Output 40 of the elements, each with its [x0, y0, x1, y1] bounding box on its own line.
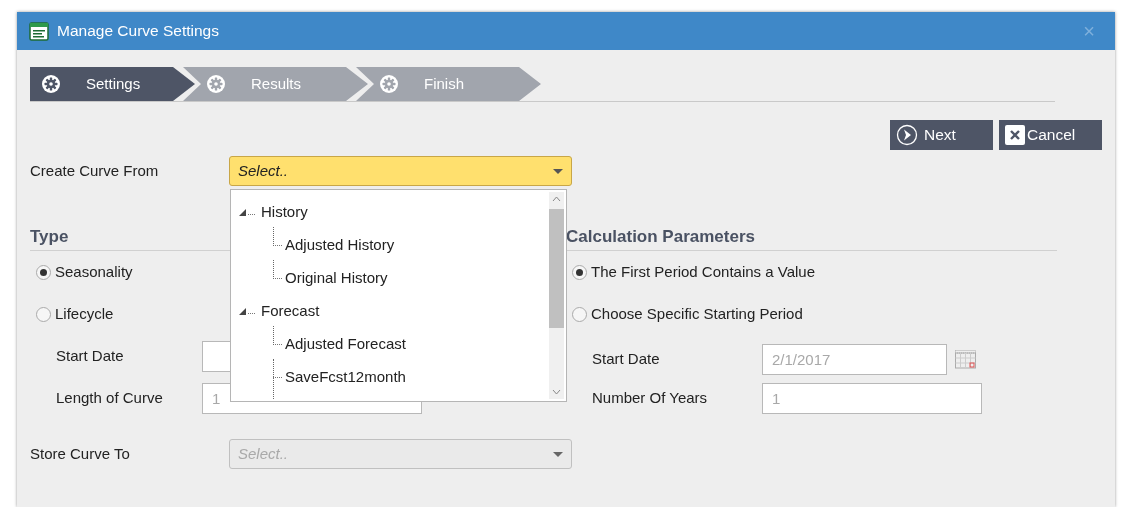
- gear-icon: [42, 75, 60, 93]
- radio-label: Seasonality: [55, 261, 133, 282]
- field-label: Start Date: [591, 348, 661, 369]
- scroll-up-icon: [552, 196, 561, 202]
- expander-icon[interactable]: [239, 208, 255, 217]
- tree-connector: [273, 377, 283, 378]
- form-icon: [29, 21, 49, 41]
- field-label: Create Curve From: [30, 160, 160, 181]
- radio-label: Choose Specific Starting Period: [591, 303, 803, 324]
- scrollbar[interactable]: [549, 192, 564, 399]
- radio-button[interactable]: [572, 264, 587, 280]
- tree-item[interactable]: History: [259, 199, 310, 226]
- expander-icon[interactable]: [239, 307, 255, 316]
- field-label: Start Date: [55, 345, 125, 366]
- gear-icon: [207, 75, 225, 93]
- cancel-button[interactable]: Cancel: [999, 120, 1102, 150]
- field-label: Store Curve To: [30, 443, 131, 464]
- tree-item[interactable]: SaveFcst12month: [283, 364, 408, 391]
- tree-connector: [273, 344, 283, 345]
- field-label: Length of Curve: [55, 387, 164, 408]
- radio-label: The First Period Contains a Value: [591, 261, 815, 282]
- radio-button[interactable]: [572, 306, 587, 322]
- close-icon: [1005, 125, 1025, 145]
- next-button[interactable]: Next: [890, 120, 993, 150]
- wizard-step[interactable]: Settings: [30, 67, 195, 101]
- radio-button[interactable]: [36, 264, 51, 280]
- caret-icon: [553, 451, 563, 457]
- window-title: Manage Curve Settings: [57, 21, 219, 42]
- caret-icon: [553, 168, 563, 174]
- tree-item[interactable]: Adjusted Forecast: [283, 331, 408, 358]
- radio-button[interactable]: [36, 306, 51, 322]
- tree-item[interactable]: Forecast: [259, 298, 322, 325]
- dropdown[interactable]: Select..: [229, 156, 572, 186]
- radio-label: Lifecycle: [55, 303, 114, 324]
- gear-icon: [380, 75, 398, 93]
- tree-connector: [273, 245, 283, 246]
- field-label: Number Of Years: [591, 387, 709, 408]
- scroll-down-icon: [552, 389, 561, 395]
- tree-connector: [273, 278, 283, 279]
- tree-item[interactable]: Original History: [283, 265, 390, 292]
